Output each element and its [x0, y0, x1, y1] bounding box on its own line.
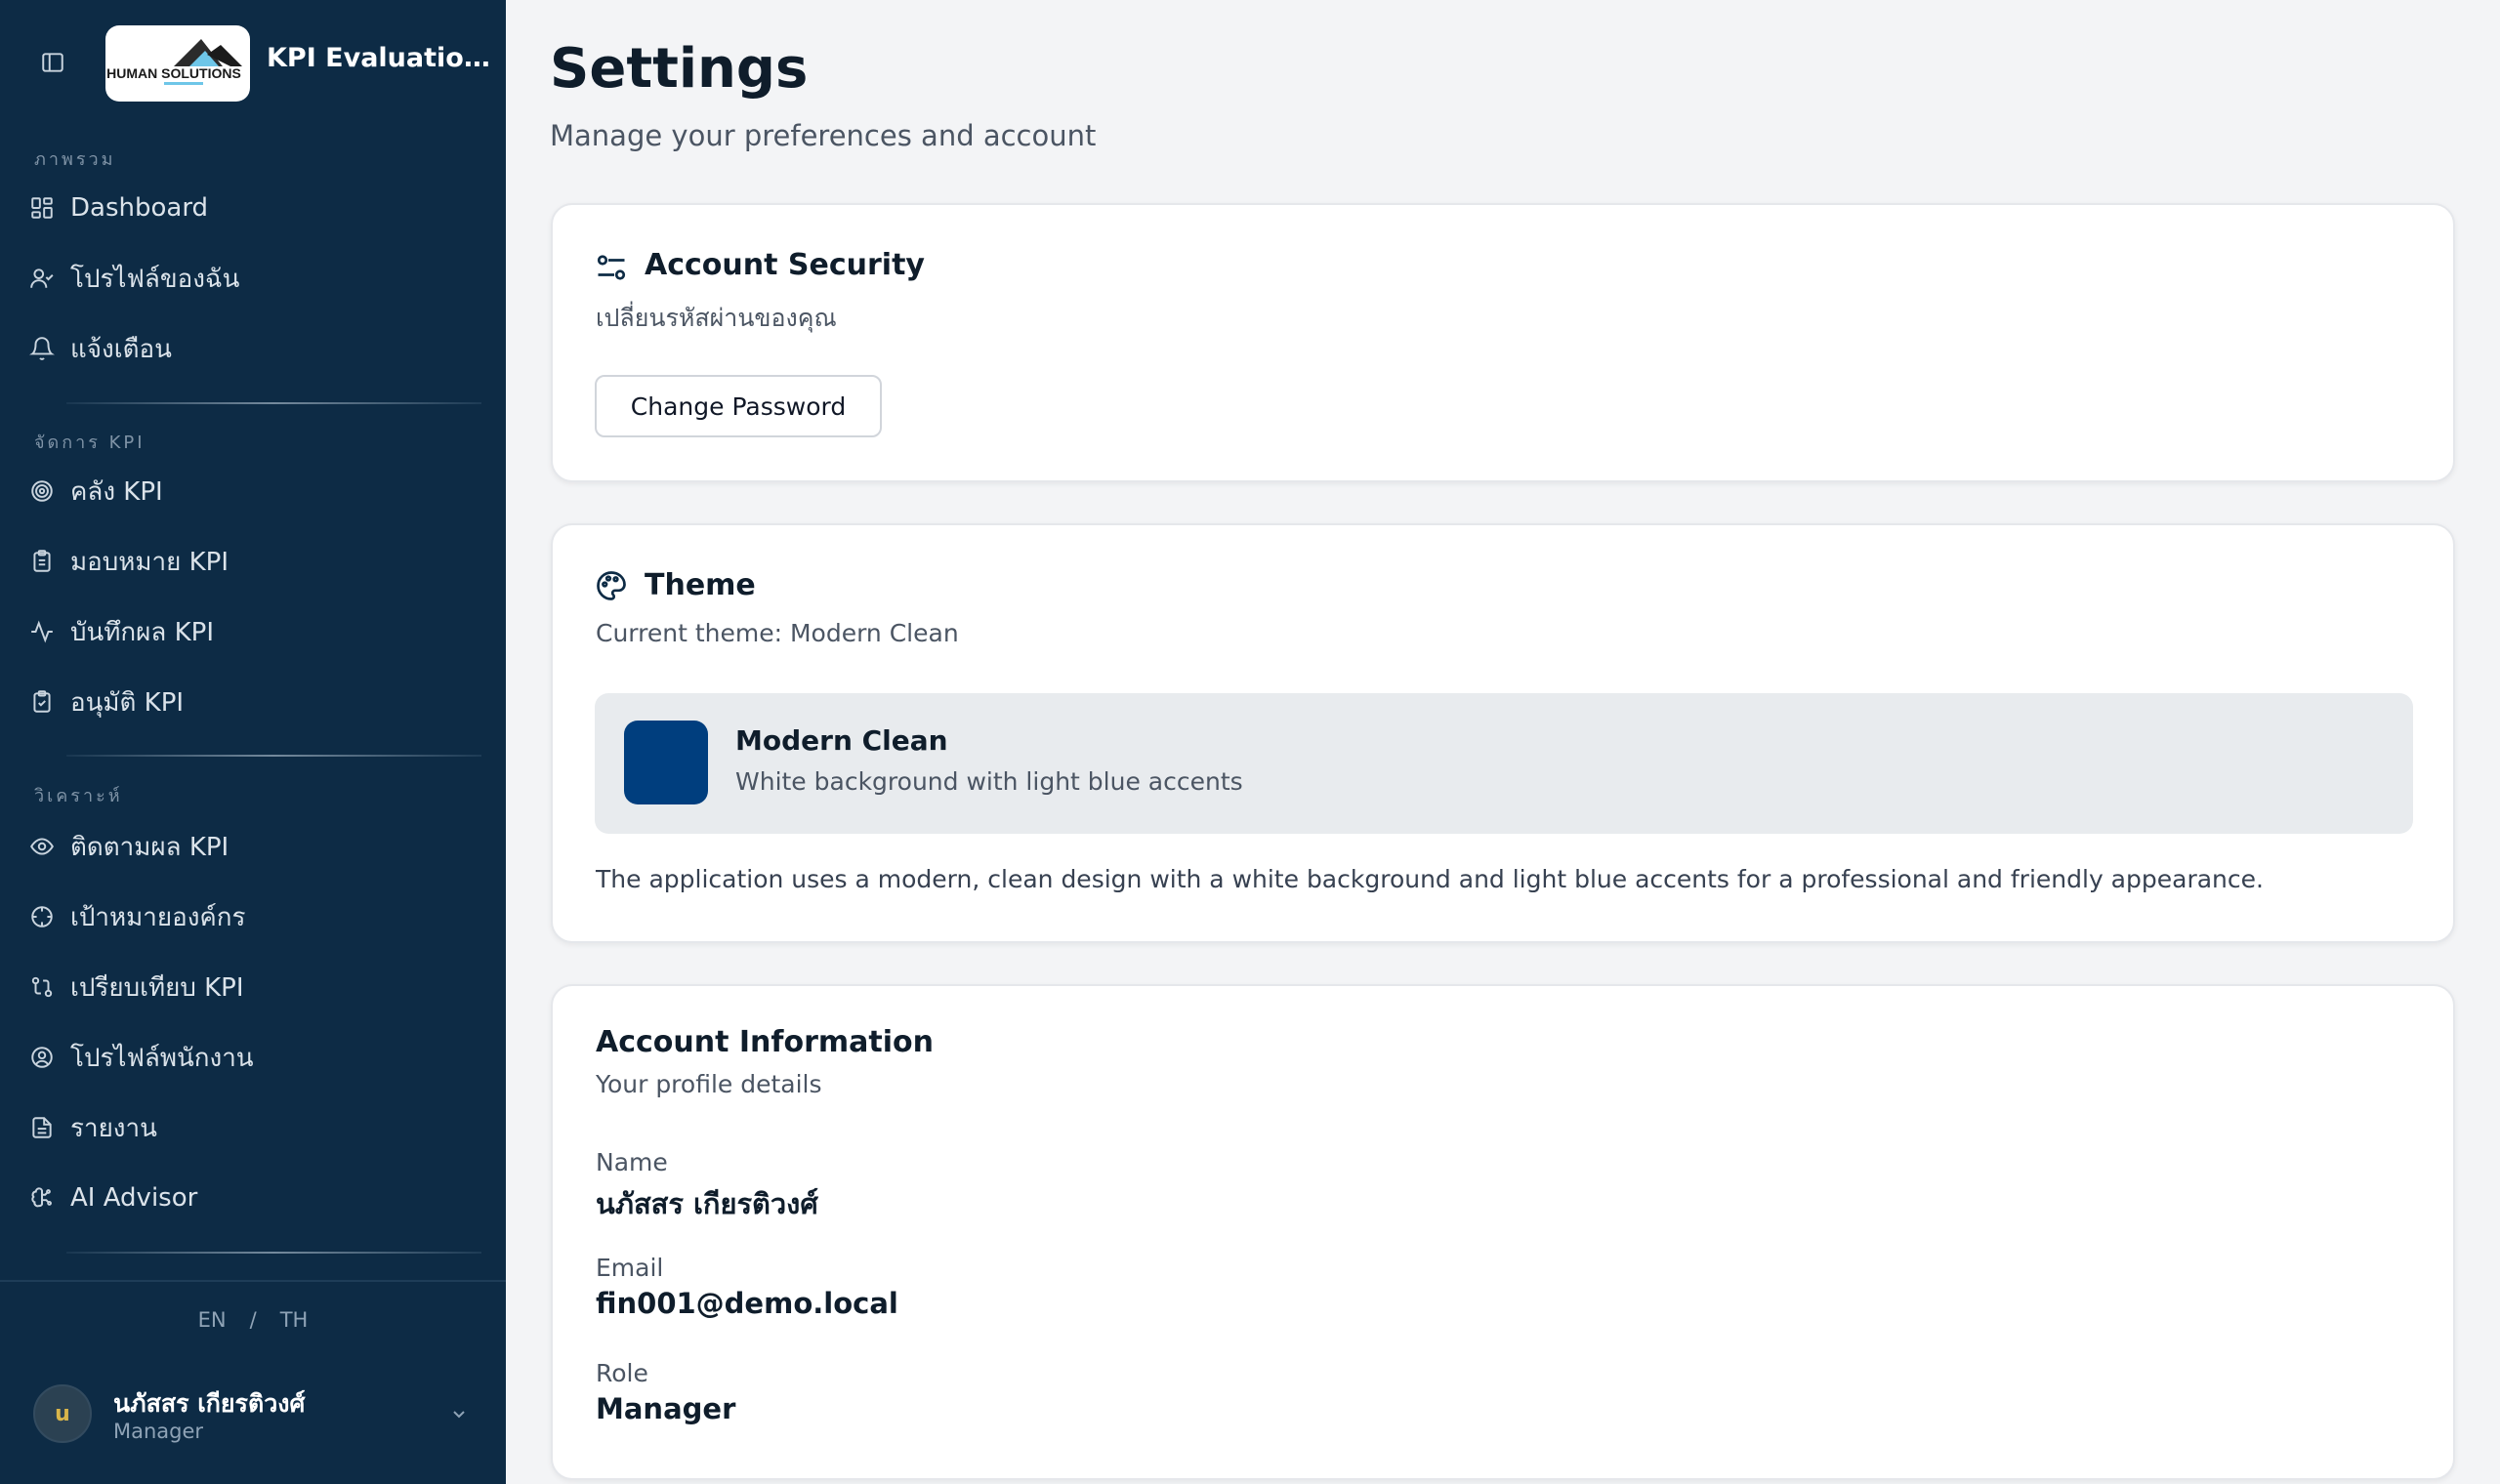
sidebar-item-label: ติดตามผล KPI: [70, 832, 229, 862]
sidebar-item-label: แจ้งเตือน: [70, 334, 172, 364]
logo-text: HUMAN SOLUTIONS: [106, 65, 241, 81]
file-text-icon: [27, 1113, 57, 1142]
account-security-title: Account Security: [645, 248, 925, 282]
theme-option-name: Modern Clean: [735, 724, 948, 757]
palette-icon: [597, 571, 626, 600]
brain-icon: [27, 1183, 57, 1213]
avatar: u: [33, 1384, 92, 1443]
account-information-desc: Your profile details: [596, 1070, 822, 1098]
sidebar-item-label: คลัง KPI: [70, 476, 163, 507]
theme-option-modern-clean[interactable]: Modern Clean White background with light…: [595, 693, 2413, 834]
sliders-icon: [597, 255, 626, 280]
section-label-kpi-management: จัดการ KPI: [34, 433, 146, 453]
sidebar-item-label: บันทึกผล KPI: [70, 617, 214, 647]
theme-option-desc: White background with light blue accents: [735, 767, 1243, 796]
lang-th-option[interactable]: TH: [280, 1308, 309, 1332]
user-menu[interactable]: u นภัสสร เกียรติวงศ์ Manager: [33, 1384, 482, 1449]
chevron-down-icon: [453, 1411, 465, 1419]
theme-card: Theme Current theme: Modern Clean Modern…: [551, 523, 2455, 943]
change-password-button[interactable]: Change Password: [595, 375, 882, 437]
sidebar-footer-divider: [0, 1280, 506, 1282]
sidebar: HUMAN SOLUTIONS KPI Evaluation System ภา…: [0, 0, 506, 1484]
sidebar-item-label: AI Advisor: [70, 1183, 198, 1213]
section-label-overview: ภาพรวม: [34, 149, 116, 170]
layout-grid-icon: [27, 193, 57, 223]
sidebar-item-kpi-library[interactable]: คลัง KPI: [21, 463, 484, 519]
email-value: fin001@demo.local: [596, 1287, 898, 1320]
theme-description-note: The application uses a modern, clean des…: [596, 865, 2264, 893]
sidebar-item-reports[interactable]: รายงาน: [21, 1099, 484, 1156]
sidebar-item-label: มอบหมาย KPI: [70, 547, 229, 577]
sidebar-item-dashboard[interactable]: Dashboard: [21, 180, 484, 236]
panel-left-icon: [42, 53, 63, 72]
account-security-card: Account Security เปลี่ยนรหัสผ่านของคุณ C…: [551, 203, 2455, 482]
sidebar-item-label: อนุมัติ KPI: [70, 687, 185, 718]
app-title: KPI Evaluation System: [267, 43, 491, 73]
sidebar-divider: [66, 1252, 481, 1254]
sidebar-divider: [66, 402, 481, 404]
company-logo: HUMAN SOLUTIONS: [105, 25, 250, 102]
page-subtitle: Manage your preferences and account: [550, 119, 1097, 152]
user-role: Manager: [113, 1420, 204, 1443]
sidebar-item-label: เป้าหมายองค์กร: [70, 902, 246, 932]
sidebar-item-label: Dashboard: [70, 193, 209, 223]
account-information-title: Account Information: [596, 1025, 934, 1059]
sidebar-divider: [66, 755, 481, 757]
crosshair-icon: [27, 902, 57, 931]
role-label: Role: [596, 1359, 648, 1387]
user-check-icon: [27, 264, 57, 293]
lang-en-option[interactable]: EN: [198, 1308, 227, 1332]
language-switcher: EN / TH: [0, 1308, 506, 1332]
theme-color-swatch: [624, 721, 708, 804]
sidebar-item-label: รายงาน: [70, 1113, 157, 1143]
user-circle-icon: [27, 1043, 57, 1072]
name-value: นภัสสร เกียรติวงศ์: [596, 1187, 818, 1220]
sidebar-item-record-kpi[interactable]: บันทึกผล KPI: [21, 603, 484, 660]
name-label: Name: [596, 1148, 668, 1176]
sidebar-item-track-kpi[interactable]: ติดตามผล KPI: [21, 818, 484, 875]
role-value: Manager: [596, 1392, 736, 1425]
git-compare-icon: [27, 972, 57, 1002]
clipboard-check-icon: [27, 687, 57, 717]
sidebar-header: HUMAN SOLUTIONS KPI Evaluation System: [0, 0, 506, 127]
sidebar-item-ai-advisor[interactable]: AI Advisor: [21, 1170, 484, 1226]
main-content: Settings Manage your preferences and acc…: [506, 0, 2500, 1484]
lang-separator: /: [249, 1308, 257, 1332]
sidebar-item-employee-profile[interactable]: โปรไฟล์พนักงาน: [21, 1029, 484, 1086]
target-icon: [27, 476, 57, 506]
theme-title: Theme: [645, 568, 756, 602]
sidebar-item-compare-kpi[interactable]: เปรียบเทียบ KPI: [21, 959, 484, 1015]
sidebar-toggle-button[interactable]: [35, 47, 70, 78]
sidebar-item-label: โปรไฟล์พนักงาน: [70, 1043, 254, 1073]
eye-icon: [27, 832, 57, 861]
email-label: Email: [596, 1254, 664, 1282]
clipboard-list-icon: [27, 547, 57, 576]
user-name: นภัสสร เกียรติวงศ์: [113, 1389, 306, 1418]
sidebar-item-label: เปรียบเทียบ KPI: [70, 972, 244, 1003]
sidebar-item-label: โปรไฟล์ของฉัน: [70, 264, 240, 294]
activity-icon: [27, 617, 57, 646]
section-label-analysis: วิเคราะห์: [34, 786, 123, 806]
sidebar-item-approve-kpi[interactable]: อนุมัติ KPI: [21, 674, 484, 730]
sidebar-item-assign-kpi[interactable]: มอบหมาย KPI: [21, 533, 484, 590]
sidebar-item-notifications[interactable]: แจ้งเตือน: [21, 320, 484, 377]
sidebar-item-my-profile[interactable]: โปรไฟล์ของฉัน: [21, 250, 484, 307]
current-theme-text: Current theme: Modern Clean: [596, 619, 959, 647]
account-information-card: Account Information Your profile details…: [551, 984, 2455, 1480]
page-title: Settings: [550, 37, 809, 101]
account-security-desc: เปลี่ยนรหัสผ่านของคุณ: [596, 304, 837, 332]
sidebar-item-org-goals[interactable]: เป้าหมายองค์กร: [21, 888, 484, 945]
bell-icon: [27, 334, 57, 363]
